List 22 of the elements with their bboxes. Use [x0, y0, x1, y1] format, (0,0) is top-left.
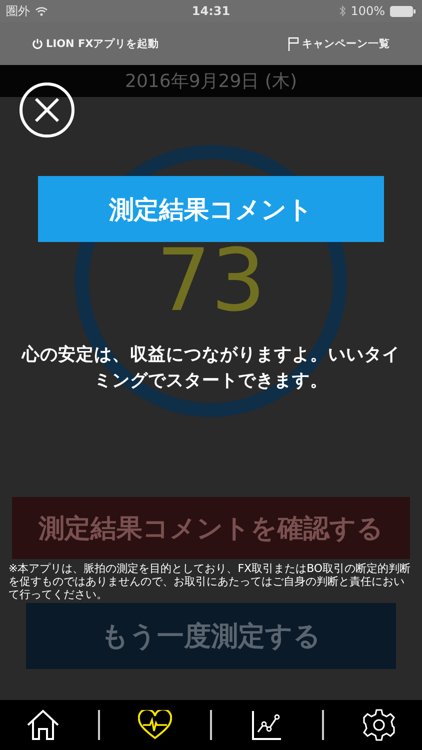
- home-icon: [26, 709, 60, 741]
- battery-text: 100%: [350, 4, 385, 18]
- date-text: 2016年9月29日 (木): [125, 70, 297, 93]
- launch-app-button[interactable]: LION FXアプリを起動: [32, 36, 160, 50]
- heart-icon: [138, 710, 172, 740]
- flag-icon: [288, 36, 299, 50]
- battery-icon: [390, 6, 416, 16]
- disclaimer-text: ※本アプリは、脈拍の測定を目的としており、FX取引またはBO取引の断定的判断を促すものではありませんので、お取引にあたってはご自身の判断と責任において行ってください。: [8, 562, 412, 601]
- campaign-list-button[interactable]: キャンペーン一覧: [288, 36, 390, 50]
- close-button[interactable]: [19, 82, 75, 138]
- bluetooth-icon: [338, 5, 346, 17]
- wifi-icon: [35, 6, 48, 16]
- measure-again-button[interactable]: もう一度測定する: [26, 603, 396, 669]
- settings-icon: [363, 709, 396, 741]
- power-icon: [32, 38, 43, 49]
- check-comment-button[interactable]: 測定結果コメントを確認する: [12, 497, 410, 559]
- comment-text: 心の安定は、収益につながりますよ。いいタイミングでスタートできます。: [20, 344, 401, 393]
- carrier-text: 圏外: [6, 2, 30, 20]
- dialog-title: 測定結果コメント: [38, 176, 384, 242]
- line-chart-icon: [252, 710, 282, 740]
- close-icon: [19, 82, 75, 138]
- status-time: 14:31: [192, 4, 230, 18]
